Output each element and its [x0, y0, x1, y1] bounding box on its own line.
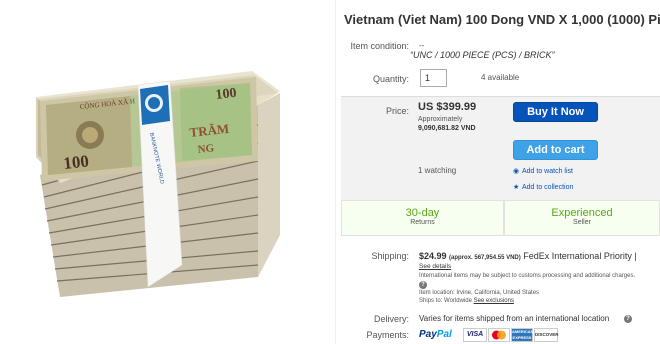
item-condition-value: -- [419, 41, 425, 50]
mastercard-icon [488, 328, 510, 342]
price-approx-value: 9,090,681.82 VND [418, 125, 476, 132]
listing-title: Vietnam (Viet Nam) 100 Dong VND X 1,000 … [344, 12, 660, 27]
delivery-help-icon[interactable]: ? [624, 315, 632, 323]
item-condition-label: Item condition: [350, 41, 409, 51]
add-to-watchlist-link[interactable]: ◉ Add to watch list [513, 167, 573, 175]
seller-feature-subtitle: Seller [573, 219, 591, 226]
shipping-summary: $24.99 (approx. 567,954.55 VND) FedEx In… [419, 251, 637, 261]
shipping-label: Shipping: [371, 251, 409, 261]
quantity-label: Quantity: [372, 74, 409, 84]
paypal-logo-pal: Pal [436, 329, 452, 340]
see-exclusions-link[interactable]: See exclusions [474, 298, 514, 304]
shipping-service: FedEx International Priority | [523, 251, 637, 261]
item-condition-quote: “UNC / 1000 PIECE (PCS) / BRICK” [410, 50, 555, 60]
seller-feature: Experienced Seller [504, 200, 660, 236]
watching-count: 1 watching [418, 166, 457, 175]
seller-feature-title: Experienced [551, 207, 613, 219]
listing-details: Vietnam (Viet Nam) 100 Dong VND X 1,000 … [341, 0, 660, 344]
price-approx-label: Approximately [418, 116, 463, 123]
buy-it-now-button[interactable]: Buy It Now [513, 102, 598, 122]
shipping-approx: (approx. 567,954.55 VND) [449, 255, 521, 261]
payments-label: Payments: [366, 330, 409, 340]
paypal-logo-pay: Pay [419, 329, 437, 340]
returns-feature: 30-day Returns [341, 200, 504, 236]
add-to-collection-link[interactable]: ★ Add to collection [513, 183, 573, 191]
price-value: US $399.99 [418, 101, 477, 113]
amex-icon: AMERICAN EXPRESS [511, 328, 534, 342]
help-icon[interactable]: ? [419, 281, 427, 289]
banknote-denomination-top: 100 [215, 86, 237, 103]
banknote-brick-image: CỘNG HOÀ XÃ H 100 100 TRĂM NG BANKNOTE W… [36, 71, 280, 297]
star-icon: ★ [513, 184, 520, 191]
ships-to: Ships to: Worldwide See exclusions [419, 298, 514, 304]
paypal-logo: PayPal [419, 329, 452, 340]
collection-link-label: Add to collection [522, 184, 574, 191]
visa-icon: VISA [463, 328, 487, 342]
watch-link-label: Add to watch list [522, 168, 573, 175]
quantity-available: 4 available [481, 73, 520, 82]
eye-icon: ◉ [513, 168, 520, 175]
price-label: Price: [385, 106, 409, 116]
returns-feature-title: 30-day [405, 207, 440, 219]
price-approx: Approximately 9,090,681.82 VND [418, 115, 476, 133]
banknote-denomination-bottom: 100 [62, 151, 89, 173]
delivery-value: Varies for items shipped from an interna… [419, 314, 610, 323]
product-image-panel[interactable]: CỘNG HOÀ XÃ H 100 100 TRĂM NG BANKNOTE W… [0, 0, 336, 344]
banknote-word-2: NG [197, 142, 215, 156]
item-location: Item location: Irvine, California, Unite… [419, 290, 540, 296]
add-to-cart-button[interactable]: Add to cart [513, 140, 598, 160]
delivery-label: Delivery: [373, 314, 409, 324]
see-details-link[interactable]: See details [419, 263, 451, 270]
shipping-cost: $24.99 [419, 251, 447, 261]
international-note: International items may be subject to cu… [419, 273, 636, 279]
ships-to-text: Ships to: Worldwide [419, 298, 472, 304]
returns-feature-subtitle: Returns [410, 219, 435, 226]
discover-icon: DISCOVER [534, 328, 559, 342]
quantity-input[interactable] [420, 69, 447, 87]
